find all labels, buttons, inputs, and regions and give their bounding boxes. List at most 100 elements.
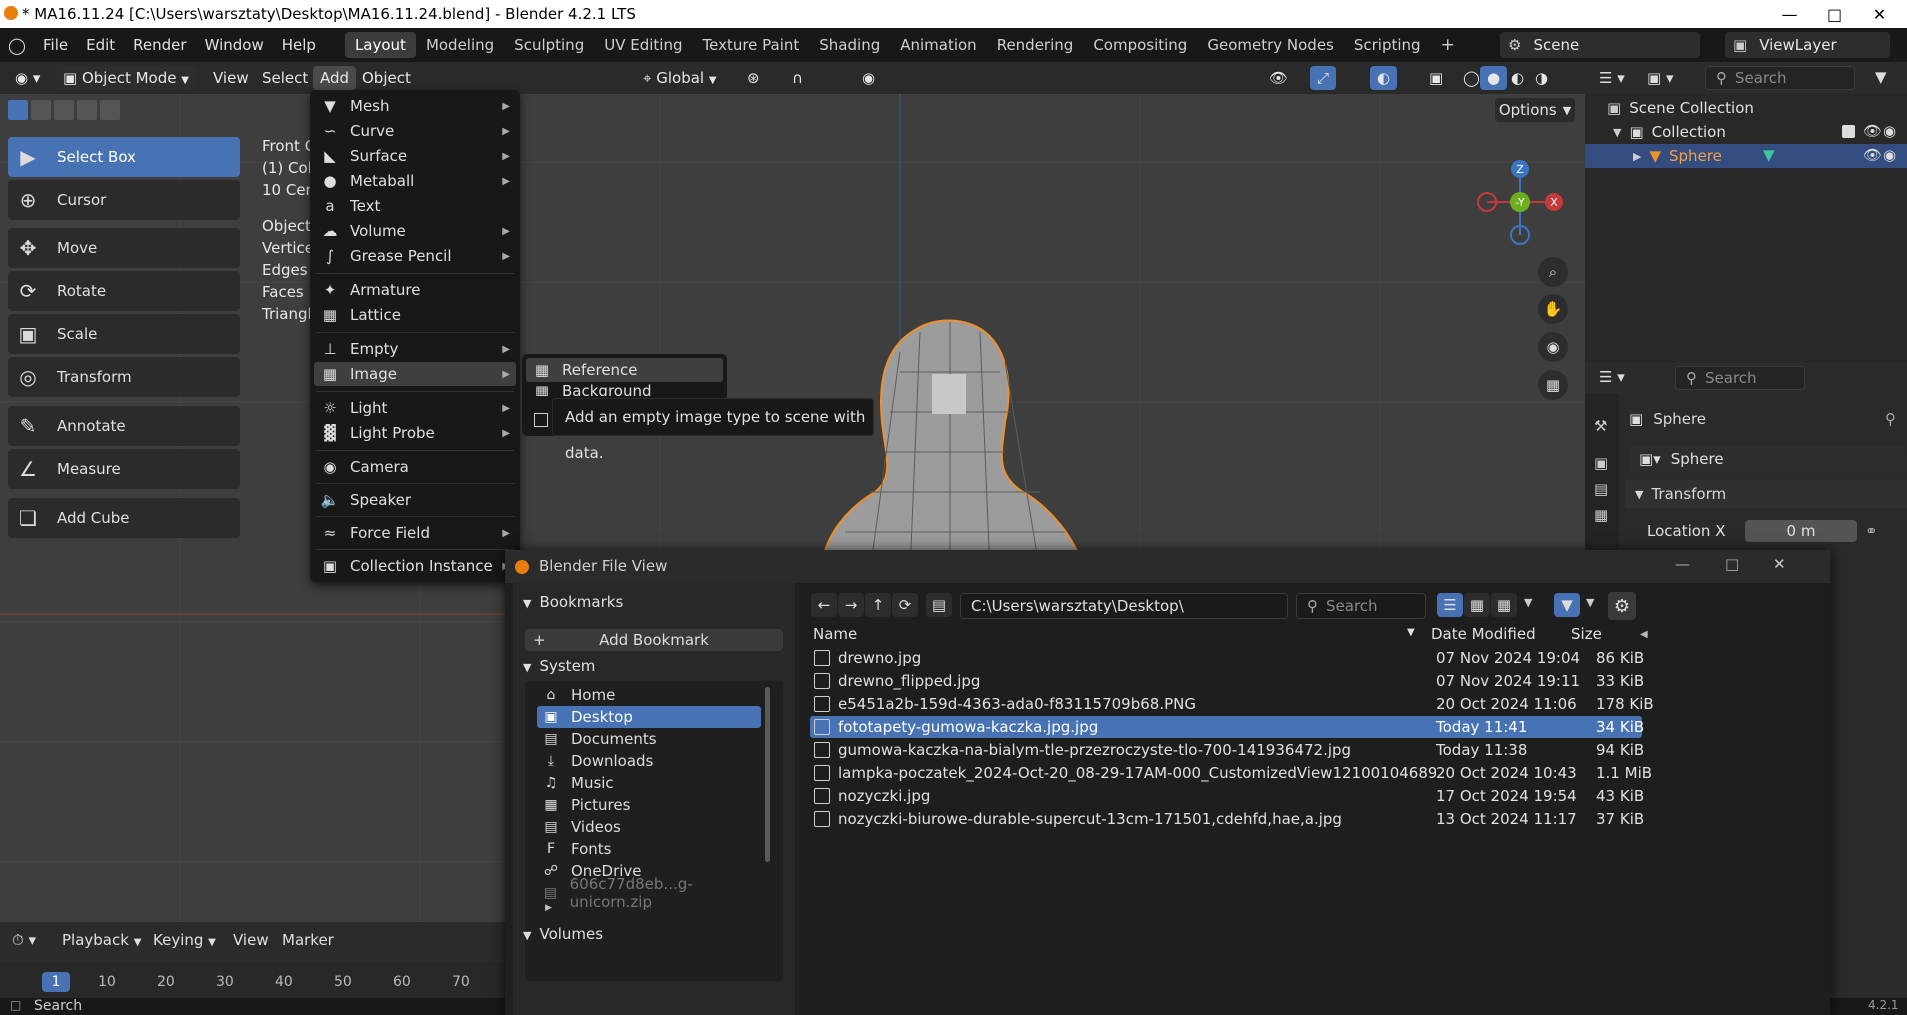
menu-item-surface[interactable]: ◣ Surface ▶ — [314, 144, 516, 168]
menu-add[interactable]: Add — [313, 66, 357, 90]
menu-item-text[interactable]: a Text — [314, 194, 516, 218]
add-bookmark-button[interactable]: + Add Bookmark — [525, 629, 783, 651]
file-row-selected[interactable]: fototapety-gumowa-kaczka.jpg.jpg Today 11… — [810, 716, 1644, 738]
tool-cursor[interactable]: ⊕ Cursor — [8, 180, 240, 220]
tool-select-box[interactable]: ▶ Select Box — [8, 137, 240, 177]
tab-animation[interactable]: Animation — [890, 32, 986, 58]
file-row[interactable]: nozyczki.jpg 17 Oct 2024 19:54 43 KiB — [810, 785, 1644, 807]
snap-icon[interactable]: ∩ — [785, 66, 810, 90]
refresh-button[interactable]: ⟳ — [892, 593, 918, 617]
column-size[interactable]: Size — [1571, 625, 1602, 643]
timeline-view-menu[interactable]: View — [233, 931, 269, 949]
system-item-pictures[interactable]: ▦ Pictures — [537, 794, 761, 816]
visibility-icon[interactable]: 👁 — [1262, 66, 1295, 90]
file-search-input[interactable]: ⚲ Search — [1296, 593, 1426, 619]
menu-item-mesh[interactable]: ▼ Mesh ▶ — [314, 94, 516, 118]
system-header[interactable]: ▼ System — [523, 657, 595, 675]
menu-item-force-field[interactable]: ≈ Force Field ▶ — [314, 521, 516, 545]
tab-compositing[interactable]: Compositing — [1083, 32, 1197, 58]
viewlayer-selector[interactable]: ▣ ViewLayer — [1725, 32, 1890, 58]
menu-item-lattice[interactable]: ▦ Lattice — [314, 303, 516, 327]
menu-item-volume[interactable]: ☁ Volume ▶ — [314, 219, 516, 243]
system-item-home[interactable]: ⌂ Home — [537, 684, 761, 706]
outliner-collection[interactable]: ▼ ▣ Collection 👁 ◉ — [1585, 120, 1907, 144]
location-x-field[interactable]: 0 m — [1745, 520, 1857, 542]
timeline-marker-menu[interactable]: Marker — [282, 931, 334, 949]
minimize-button[interactable]: — — [1767, 0, 1812, 28]
close-button[interactable]: ✕ — [1857, 0, 1902, 28]
filter-options-icon[interactable]: ▼ — [1586, 596, 1594, 609]
mode-selector[interactable]: ▣ Object Mode ▼ — [56, 66, 196, 90]
select-subtract-icon[interactable] — [54, 100, 74, 120]
outliner-object-sphere[interactable]: ▶ ▼ Sphere ▼ 👁 ◉ — [1585, 144, 1907, 168]
menu-render[interactable]: Render — [124, 36, 195, 54]
properties-search-input[interactable]: ⚲ Search — [1675, 366, 1805, 390]
system-item-fonts[interactable]: F Fonts — [537, 838, 761, 860]
pin-icon[interactable]: ⚲ — [1885, 410, 1896, 428]
file-row[interactable]: nozyczki-biurowe-durable-supercut-13cm-1… — [810, 808, 1644, 830]
forward-button[interactable]: → — [838, 593, 864, 617]
tab-sculpting[interactable]: Sculpting — [504, 32, 594, 58]
thumbnails-button[interactable]: ▦ — [1491, 593, 1517, 617]
file-row[interactable]: lampka-poczatek_2024-Oct-20_08-29-17AM-0… — [810, 762, 1652, 784]
menu-item-empty[interactable]: ⊥ Empty ▶ — [314, 337, 516, 361]
ortho-grid-icon[interactable]: ▦ — [1538, 370, 1568, 400]
gizmo-toggle-icon[interactable]: ⤢ — [1310, 66, 1337, 90]
properties-editor-icon[interactable]: ☰ ▾ — [1599, 368, 1625, 386]
file-row[interactable]: gumowa-kaczka-na-bialym-tle-przezroczyst… — [810, 739, 1644, 761]
minimize-button[interactable]: — — [1675, 555, 1690, 573]
tool-add-cube[interactable]: ❏ Add Cube — [8, 498, 240, 538]
tab-modeling[interactable]: Modeling — [416, 32, 504, 58]
menu-window[interactable]: Window — [196, 36, 273, 54]
overlay-toggle-icon[interactable]: ◐ — [1370, 66, 1398, 90]
menu-edit[interactable]: Edit — [77, 36, 124, 54]
volumes-header[interactable]: ▼ Volumes — [523, 925, 603, 943]
display-options-icon[interactable]: ▼ — [1524, 596, 1532, 609]
tab-uv-editing[interactable]: UV Editing — [594, 32, 692, 58]
keying-menu[interactable]: Keying ▼ — [153, 931, 216, 949]
hide-eye-icon[interactable]: 👁 — [1863, 122, 1882, 140]
zoom-icon[interactable]: ⌕ — [1538, 257, 1568, 287]
new-folder-button[interactable]: ▤ — [926, 593, 952, 617]
submenu-item-background[interactable]: ▦ Background — [526, 382, 723, 396]
filter-icon[interactable]: ▼ — [1875, 68, 1887, 86]
settings-gear-button[interactable]: ⚙ — [1608, 592, 1636, 620]
back-button[interactable]: ← — [811, 593, 837, 617]
outliner-search-input[interactable]: ⚲ Search — [1705, 66, 1855, 90]
transform-panel-header[interactable]: ▼ Transform — [1625, 480, 1907, 508]
horizontal-list-button[interactable]: ▦ — [1464, 593, 1490, 617]
add-workspace-icon[interactable]: + — [1431, 32, 1465, 58]
menu-select[interactable]: Select — [255, 66, 315, 90]
directory-path-input[interactable]: C:\Users\warsztaty\Desktop\ — [960, 593, 1288, 619]
pivot-icon[interactable]: ⊛ — [740, 66, 767, 90]
close-button[interactable]: ✕ — [1773, 555, 1786, 573]
tool-transform[interactable]: ◎ Transform — [8, 357, 240, 397]
pan-hand-icon[interactable]: ✋ — [1538, 294, 1568, 324]
tab-shading[interactable]: Shading — [809, 32, 890, 58]
resize-grip-icon[interactable]: ⋯ — [643, 903, 652, 913]
proportional-edit-icon[interactable]: ◉ — [855, 66, 882, 90]
system-item-documents[interactable]: ▤ Documents — [537, 728, 761, 750]
tool-rotate[interactable]: ⟳ Rotate — [8, 271, 240, 311]
system-item-desktop[interactable]: ▣ Desktop — [537, 706, 761, 728]
menu-item-image[interactable]: ▦ Image ▶ — [314, 362, 516, 386]
menu-item-metaball[interactable]: ● Metaball ▶ — [314, 169, 516, 193]
column-name[interactable]: Name — [813, 625, 857, 643]
sidebar-toggle-icon[interactable]: ◀ — [1640, 629, 1648, 640]
menu-item-grease-pencil[interactable]: ∫ Grease Pencil ▶ — [314, 244, 516, 268]
file-row[interactable]: e5451a2b-159d-4363-ada0-f83115709b68.PNG… — [810, 693, 1654, 715]
tab-rendering[interactable]: Rendering — [987, 32, 1084, 58]
tool-annotate[interactable]: ✎ Annotate — [8, 406, 240, 446]
menu-view[interactable]: View — [206, 66, 256, 90]
sidebar-scrollbar[interactable] — [765, 687, 770, 862]
submenu-item-reference[interactable]: ▦ Reference — [526, 358, 723, 382]
menu-object[interactable]: Object — [355, 66, 418, 90]
menu-item-camera[interactable]: ◉ Camera — [314, 455, 516, 479]
column-date-modified[interactable]: Date Modified — [1431, 625, 1536, 643]
filter-button[interactable]: ▼ — [1554, 593, 1580, 617]
menu-item-curve[interactable]: ∽ Curve ▶ — [314, 119, 516, 143]
rendered-shading-icon[interactable]: ◑ — [1528, 66, 1555, 90]
parent-directory-button[interactable]: ↑ — [865, 593, 891, 617]
navigation-gizmo[interactable]: Z X -Y — [1470, 112, 1580, 262]
menu-item-speaker[interactable]: 🔈 Speaker — [314, 488, 516, 512]
